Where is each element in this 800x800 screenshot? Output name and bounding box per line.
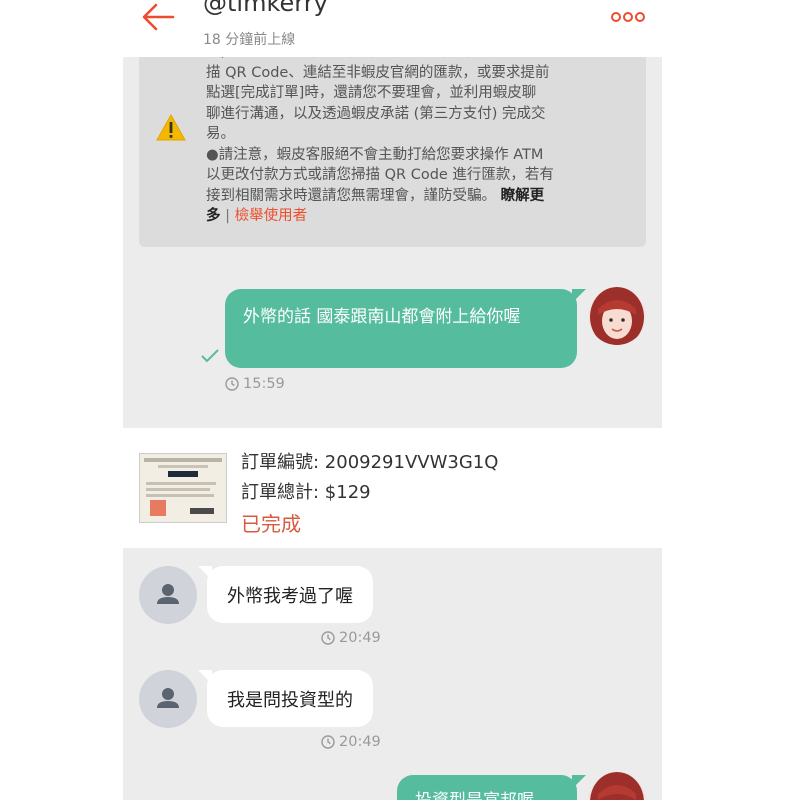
online-status: 18 分鐘前上線 — [203, 32, 296, 48]
warning-line: 點選[完成訂單]時，還請您不要理會，並利用蝦皮聊 — [206, 85, 537, 101]
incoming-message[interactable]: 外幣我考過了喔 — [198, 566, 373, 623]
report-user-link[interactable]: 檢舉使用者 — [235, 208, 308, 224]
timestamp-text: 15:59 — [243, 376, 285, 392]
warning-line: 以更改付款方式或請您掃描 QR Code 進行匯款，若有 — [206, 167, 554, 183]
timestamp-text: 20:49 — [339, 630, 381, 646]
learn-more-link[interactable]: 瞭解更 — [501, 188, 545, 204]
warning-line-text: 接到相關需求時還請您無需理會，謹防受騙。 — [206, 187, 496, 204]
other-avatar[interactable] — [139, 566, 197, 624]
outgoing-message[interactable]: 外幣的話 國泰跟南山都會附上給你喔 — [225, 289, 586, 368]
message-timestamp: 20:49 — [321, 734, 381, 750]
order-total: 訂單總計: $129 — [241, 482, 371, 503]
chat-screen: 中) 加 LINE 、引導至蝦皮以外的方式私下交易、掃 描 QR Code、連結… — [123, 0, 662, 800]
learn-more-link-cont[interactable]: 多 — [206, 208, 221, 224]
other-avatar[interactable] — [139, 670, 197, 728]
link-separator: | — [225, 208, 230, 224]
scam-warning-box: 中) 加 LINE 、引導至蝦皮以外的方式私下交易、掃 描 QR Code、連結… — [139, 40, 646, 247]
back-arrow-icon[interactable] — [141, 2, 175, 32]
clock-icon — [321, 735, 335, 749]
warning-line: 易。 — [206, 126, 235, 142]
order-status: 已完成 — [241, 512, 301, 536]
order-thumbnail — [139, 453, 227, 523]
chat-header: @timkerry 18 分鐘前上線 — [123, 0, 662, 57]
more-options-icon[interactable] — [610, 11, 646, 23]
read-check-icon — [201, 349, 219, 363]
timestamp-text: 20:49 — [339, 734, 381, 750]
chat-title: @timkerry — [203, 0, 328, 17]
warning-line: 多 | 檢舉使用者 — [206, 206, 626, 227]
message-timestamp: 20:49 — [321, 630, 381, 646]
order-card[interactable]: 訂單編號: 2009291VVW3G1Q 訂單總計: $129 已完成 — [123, 428, 662, 548]
warning-line: ●請注意，蝦皮客服絕不會主動打給您要求操作 ATM — [206, 146, 544, 163]
my-avatar[interactable] — [588, 772, 646, 800]
warning-line: 接到相關需求時還請您無需理會，謹防受騙。 瞭解更 — [206, 186, 626, 207]
outgoing-message[interactable]: 投資型是富邦喔 — [397, 775, 586, 800]
warning-line: 描 QR Code、連結至非蝦皮官網的匯款，或要求提前 — [206, 64, 550, 81]
user-icon — [157, 688, 179, 708]
clock-icon — [321, 631, 335, 645]
warning-icon — [156, 114, 186, 141]
user-icon — [157, 584, 179, 604]
message-timestamp: 15:59 — [225, 376, 285, 392]
warning-text: 中) 加 LINE 、引導至蝦皮以外的方式私下交易、掃 描 QR Code、連結… — [206, 42, 626, 227]
clock-icon — [225, 377, 239, 391]
warning-line: 聊進行溝通，以及透過蝦皮承諾 (第三方支付) 完成交 — [206, 105, 546, 122]
incoming-message[interactable]: 我是問投資型的 — [198, 670, 373, 727]
my-avatar[interactable] — [588, 287, 646, 345]
order-number: 訂單編號: 2009291VVW3G1Q — [241, 452, 499, 473]
